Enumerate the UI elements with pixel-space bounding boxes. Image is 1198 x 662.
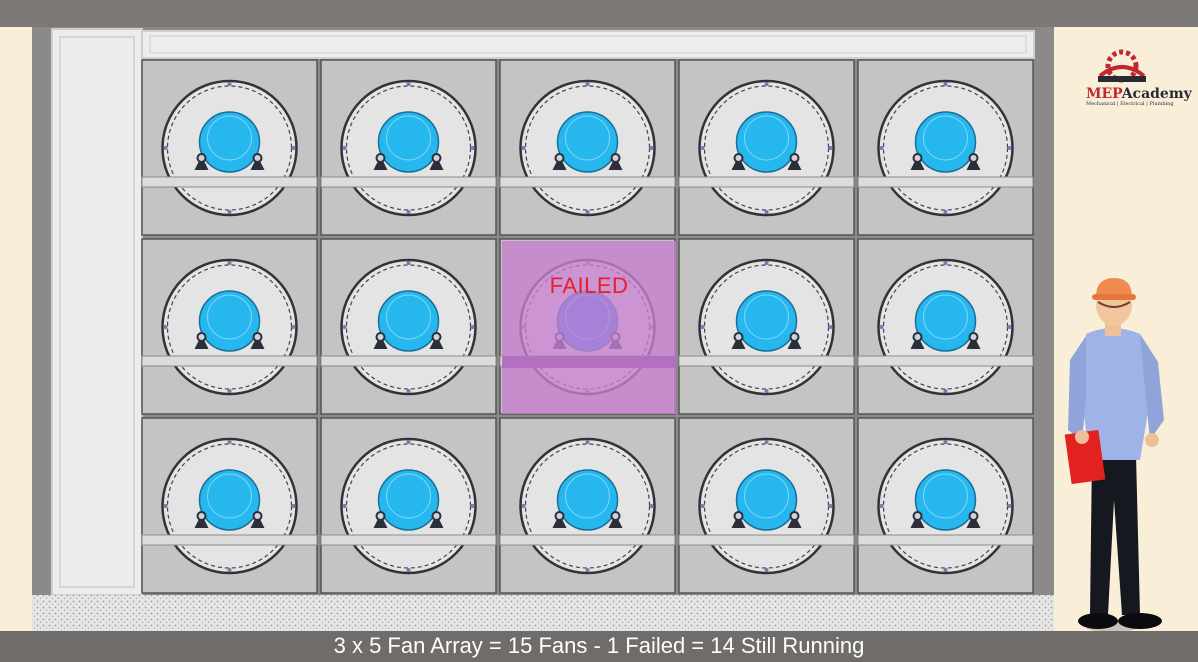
fan-motor-hub — [198, 469, 261, 531]
access-panel — [51, 28, 143, 596]
support-rail — [141, 176, 318, 188]
support-rail — [857, 355, 1034, 367]
logo-tagline: Mechanical | Electrical | Plumbing — [1086, 101, 1174, 107]
logo-brand-suffix: Academy — [1121, 86, 1192, 102]
fan-cell — [320, 238, 497, 415]
fan-motor-hub — [735, 469, 798, 531]
fan-motor-hub — [377, 290, 440, 352]
engineer-figure — [1064, 278, 1164, 632]
fan-cell — [857, 238, 1034, 415]
fan-motor-hub — [377, 111, 440, 173]
fan-motor-hub — [556, 469, 619, 531]
fan-cell — [141, 238, 318, 415]
fan-cell — [857, 59, 1034, 236]
fan-motor-hub — [198, 290, 261, 352]
logo-brand-prefix: MEP — [1086, 86, 1122, 102]
fan-cell — [141, 59, 318, 236]
failed-label: FAILED — [549, 273, 629, 298]
top-rail — [141, 30, 1035, 59]
support-rail — [678, 355, 855, 367]
fan-cell — [141, 417, 318, 594]
gravel-floor — [32, 595, 1054, 631]
fan-motor-hub — [914, 469, 977, 531]
caption-text: 3 x 5 Fan Array = 15 Fans - 1 Failed = 1… — [333, 633, 865, 658]
fan-motor-hub — [914, 111, 977, 173]
fan-motor-hub — [556, 111, 619, 173]
fan-motor-hub — [914, 290, 977, 352]
logo-wordmark: MEPAcademy — [1086, 86, 1192, 102]
support-rail — [499, 534, 676, 546]
support-rail — [678, 176, 855, 188]
logo-gear-icon — [1098, 49, 1146, 83]
fan-cell — [678, 59, 855, 236]
fan-cell — [320, 417, 497, 594]
fan-cell — [499, 59, 676, 236]
left-margin — [0, 27, 32, 631]
support-rail — [141, 355, 318, 367]
fan-cell — [499, 417, 676, 594]
fan-motor-hub — [377, 469, 440, 531]
fan-cell — [320, 59, 497, 236]
support-rail — [141, 534, 318, 546]
support-rail — [678, 534, 855, 546]
support-rail — [320, 176, 497, 188]
fan-motor-hub — [735, 111, 798, 173]
ceiling-band — [0, 0, 1198, 27]
support-rail — [857, 176, 1034, 188]
fan-cell — [678, 417, 855, 594]
fan-motor-hub — [198, 111, 261, 173]
fan-cell — [678, 238, 855, 415]
fan-cell — [857, 417, 1034, 594]
support-rail — [320, 355, 497, 367]
failed-overlay — [502, 241, 676, 414]
fan-motor-hub — [735, 290, 798, 352]
support-rail — [499, 176, 676, 188]
support-rail — [857, 534, 1034, 546]
support-rail — [320, 534, 497, 546]
fan-array-diagram — [0, 0, 1198, 632]
